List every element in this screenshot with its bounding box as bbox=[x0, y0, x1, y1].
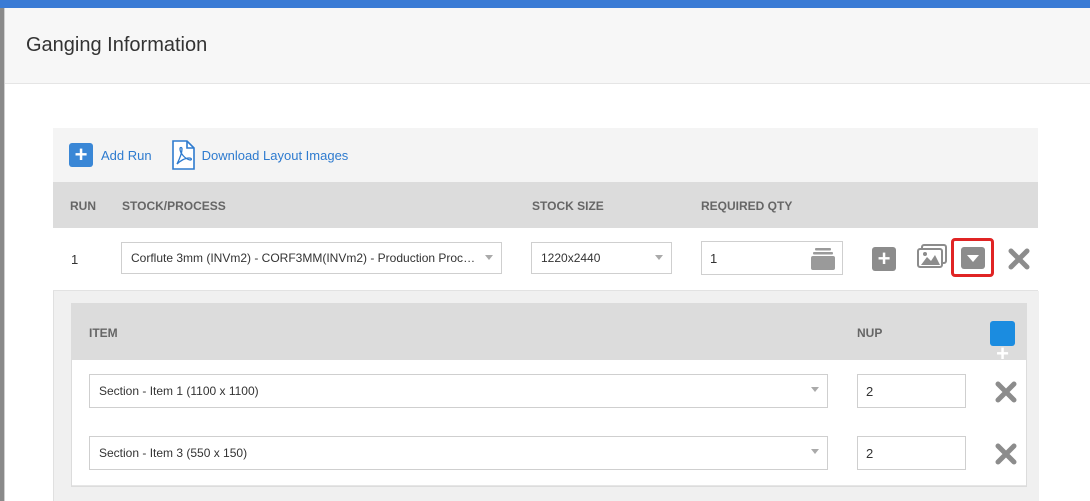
stock-size-value: 1220x2440 bbox=[541, 251, 601, 265]
toolbar: + Add Run Download Layout Images bbox=[53, 128, 1038, 182]
column-stock-process: STOCK/PROCESS bbox=[122, 199, 226, 213]
runs-table-header: RUN STOCK/PROCESS STOCK SIZE REQUIRED QT… bbox=[53, 182, 1038, 228]
item-value: Section - Item 1 (1100 x 1100) bbox=[99, 384, 259, 398]
items-area: ITEM NUP + Section - Item 1 (1100 x 1100… bbox=[53, 291, 1039, 501]
nup-input[interactable]: 2 bbox=[857, 374, 966, 408]
stock-process-select[interactable]: Corflute 3mm (INVm2) - CORF3MM(INVm2) - … bbox=[121, 242, 502, 274]
item-row: Section - Item 3 (550 x 150) 2 bbox=[72, 423, 1026, 486]
stack-icon[interactable] bbox=[810, 246, 836, 275]
run-number: 1 bbox=[71, 252, 79, 267]
required-qty-input[interactable]: 1 bbox=[701, 241, 843, 275]
expand-run-button[interactable] bbox=[951, 238, 994, 277]
images-icon bbox=[917, 243, 947, 273]
add-item-button[interactable]: + bbox=[871, 246, 897, 272]
layout-images-button[interactable] bbox=[917, 243, 947, 273]
add-item-row-button[interactable]: + bbox=[990, 321, 1015, 365]
plus-icon: + bbox=[872, 247, 896, 271]
download-layout-images-label: Download Layout Images bbox=[201, 147, 349, 163]
remove-item-button[interactable] bbox=[995, 381, 1017, 408]
add-run-label: Add Run bbox=[101, 147, 152, 163]
required-qty-value: 1 bbox=[710, 250, 718, 266]
items-panel: ITEM NUP + Section - Item 1 (1100 x 1100… bbox=[71, 303, 1027, 487]
run-row: 1 Corflute 3mm (INVm2) - CORF3MM(INVm2) … bbox=[53, 228, 1038, 291]
stock-process-value: Corflute 3mm (INVm2) - CORF3MM(INVm2) - … bbox=[131, 251, 482, 265]
ganging-panel: + Add Run Download Layout Images RUN STO… bbox=[53, 128, 1039, 501]
nup-input[interactable]: 2 bbox=[857, 436, 966, 470]
dropdown-icon bbox=[960, 246, 985, 269]
chevron-down-icon bbox=[655, 255, 663, 260]
plus-icon: + bbox=[69, 143, 93, 167]
column-item: ITEM bbox=[89, 326, 118, 340]
close-icon bbox=[995, 443, 1017, 465]
chevron-down-icon bbox=[485, 255, 493, 260]
close-icon bbox=[1008, 248, 1030, 270]
item-row: Section - Item 1 (1100 x 1100) 2 bbox=[72, 361, 1026, 424]
chevron-down-icon bbox=[811, 387, 819, 392]
pdf-icon bbox=[170, 140, 196, 170]
item-select[interactable]: Section - Item 3 (550 x 150) bbox=[89, 436, 828, 470]
remove-run-button[interactable] bbox=[1007, 247, 1031, 271]
window-top-bar bbox=[0, 0, 1090, 8]
column-run: RUN bbox=[70, 199, 96, 213]
chevron-down-icon bbox=[811, 449, 819, 454]
download-layout-images-button[interactable]: Download Layout Images bbox=[170, 140, 349, 170]
items-table-header: ITEM NUP + bbox=[72, 304, 1026, 365]
nup-value: 2 bbox=[866, 445, 874, 461]
stock-size-select[interactable]: 1220x2440 bbox=[531, 242, 672, 274]
item-select[interactable]: Section - Item 1 (1100 x 1100) bbox=[89, 374, 828, 408]
column-stock-size: STOCK SIZE bbox=[532, 199, 604, 213]
ganging-modal: Ganging Information + Add Run Download L… bbox=[4, 8, 1090, 501]
remove-item-button[interactable] bbox=[995, 443, 1017, 470]
column-nup: NUP bbox=[857, 326, 883, 340]
modal-header: Ganging Information bbox=[5, 8, 1090, 84]
nup-value: 2 bbox=[866, 383, 874, 399]
column-required-qty: REQUIRED QTY bbox=[701, 199, 793, 213]
add-run-button[interactable]: + Add Run bbox=[69, 143, 152, 167]
modal-title: Ganging Information bbox=[26, 34, 208, 56]
close-icon bbox=[995, 381, 1017, 403]
item-value: Section - Item 3 (550 x 150) bbox=[99, 446, 248, 460]
